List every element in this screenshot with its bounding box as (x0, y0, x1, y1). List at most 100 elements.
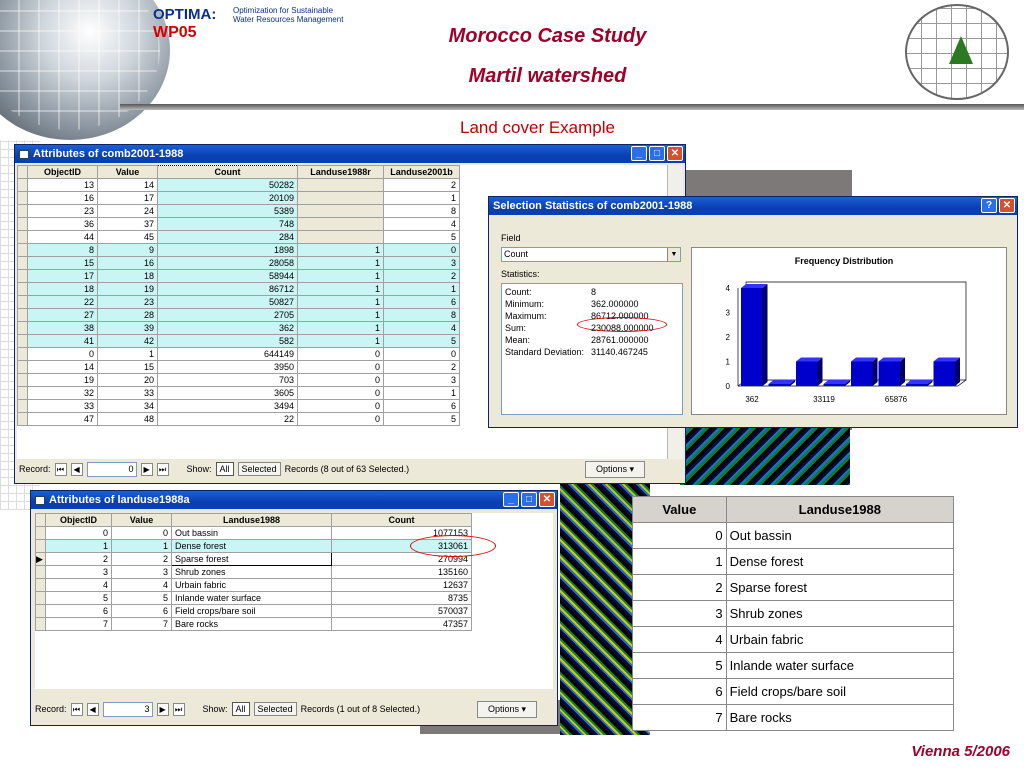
row-selector[interactable] (17, 243, 28, 257)
table-row[interactable]: 33 34 3494 0 6 (17, 399, 460, 413)
options-button[interactable]: Options ▾ (584, 460, 645, 478)
table-row[interactable]: 3 3 Shrub zones 135160 (35, 565, 472, 579)
table-row[interactable]: 44 45 284 5 (17, 230, 460, 244)
table-row[interactable]: 36 37 748 4 (17, 217, 460, 231)
row-selector[interactable] (17, 217, 28, 231)
row-selector[interactable] (17, 308, 28, 322)
table-row[interactable]: 0 0 Out bassin 1077153 (35, 526, 472, 540)
table-cell: 3950 (157, 360, 298, 374)
selection-statistics-dialog[interactable]: Selection Statistics of comb2001-1988 ? … (488, 196, 1018, 428)
close-button[interactable]: ✕ (999, 198, 1015, 213)
row-selector[interactable] (17, 399, 28, 413)
table-row[interactable]: ▶ 2 2 Sparse forest 270994 (35, 552, 472, 566)
row-selector-header[interactable] (35, 513, 46, 527)
next-record-button[interactable]: ▶ (156, 702, 169, 716)
row-selector[interactable] (35, 617, 46, 631)
record-input[interactable]: 0 (86, 461, 137, 477)
row-selector[interactable] (17, 412, 28, 426)
row-selector[interactable] (17, 230, 28, 244)
table-cell: 1 (111, 539, 172, 553)
row-selector[interactable] (17, 321, 28, 335)
table-row[interactable]: 32 33 3605 0 1 (17, 386, 460, 400)
options-button[interactable]: Options ▾ (476, 700, 537, 718)
table-row[interactable]: 23 24 5389 8 (17, 204, 460, 218)
show-all-button[interactable]: All (231, 702, 250, 716)
table-row[interactable]: 5 5 Inlande water surface 8735 (35, 591, 472, 605)
row-selector[interactable] (17, 334, 28, 348)
column-header[interactable]: Landuse1988r (297, 165, 384, 179)
row-selector[interactable] (17, 386, 28, 400)
row-selector[interactable] (35, 565, 46, 579)
column-header[interactable]: Landuse1988 (171, 513, 332, 527)
minimize-button[interactable]: _ (631, 146, 647, 161)
table-row[interactable]: 8 9 1898 1 0 (17, 243, 460, 257)
record-input[interactable]: 3 (102, 701, 153, 717)
field-select[interactable]: Count ▼ (501, 247, 681, 262)
show-all-button[interactable]: All (215, 462, 234, 476)
window-titlebar[interactable]: Attributes of landuse1988a _ □ ✕ (31, 491, 557, 509)
table-row[interactable]: 13 14 50282 2 (17, 178, 460, 192)
table-row[interactable]: 7 7 Bare rocks 47357 (35, 617, 472, 631)
table-row[interactable]: 15 16 28058 1 3 (17, 256, 460, 270)
row-selector[interactable] (35, 578, 46, 592)
minimize-button[interactable]: _ (503, 492, 519, 507)
row-selector[interactable] (17, 360, 28, 374)
table-row[interactable]: 4 4 Urbain fabric 12637 (35, 578, 472, 592)
dialog-titlebar[interactable]: Selection Statistics of comb2001-1988 ? … (489, 197, 1017, 215)
table-cell: Sparse forest (171, 552, 332, 566)
column-header[interactable]: Value (97, 165, 158, 179)
row-selector[interactable] (17, 269, 28, 283)
row-selector[interactable] (17, 256, 28, 270)
table-row[interactable]: 17 18 58944 1 2 (17, 269, 460, 283)
table-row[interactable]: 41 42 582 1 5 (17, 334, 460, 348)
help-button[interactable]: ? (981, 198, 997, 213)
row-selector[interactable] (17, 295, 28, 309)
window-titlebar[interactable]: Attributes of comb2001-1988 _ □ ✕ (15, 145, 685, 163)
column-header[interactable]: ObjectID (45, 513, 112, 527)
row-selector[interactable] (17, 178, 28, 192)
row-selector-header[interactable] (17, 165, 28, 179)
row-selector[interactable] (35, 604, 46, 618)
first-record-button[interactable]: ⏮ (70, 702, 83, 716)
maximize-button[interactable]: □ (521, 492, 537, 507)
prev-record-button[interactable]: ◀ (86, 702, 99, 716)
chevron-down-icon[interactable]: ▼ (667, 248, 680, 261)
table-row[interactable]: 14 15 3950 0 2 (17, 360, 460, 374)
show-selected-button[interactable]: Selected (253, 702, 297, 716)
row-selector[interactable] (17, 191, 28, 205)
last-record-button[interactable]: ⏭ (156, 462, 169, 476)
first-record-button[interactable]: ⏮ (54, 462, 67, 476)
row-selector[interactable] (35, 591, 46, 605)
row-selector[interactable] (35, 526, 46, 540)
table-row[interactable]: 27 28 2705 1 8 (17, 308, 460, 322)
table-row[interactable]: 18 19 86712 1 1 (17, 282, 460, 296)
row-selector[interactable]: ▶ (35, 552, 46, 566)
column-header[interactable]: ObjectID (27, 165, 98, 179)
row-selector[interactable] (17, 204, 28, 218)
table-row[interactable]: 16 17 20109 1 (17, 191, 460, 205)
row-selector[interactable] (17, 373, 28, 387)
column-header[interactable]: Landuse2001b (383, 165, 460, 179)
table-row[interactable]: 38 39 362 1 4 (17, 321, 460, 335)
table-row[interactable]: 6 6 Field crops/bare soil 570037 (35, 604, 472, 618)
row-selector[interactable] (17, 282, 28, 296)
column-header[interactable]: Count (331, 513, 472, 527)
table-row[interactable]: 19 20 703 0 3 (17, 373, 460, 387)
row-selector[interactable] (35, 539, 46, 553)
maximize-button[interactable]: □ (649, 146, 665, 161)
last-record-button[interactable]: ⏭ (172, 702, 185, 716)
stat-key: Count: (505, 287, 532, 297)
show-selected-button[interactable]: Selected (237, 462, 281, 476)
table-row[interactable]: 47 48 22 0 5 (17, 412, 460, 426)
close-button[interactable]: ✕ (539, 492, 555, 507)
table-row[interactable]: 1 1 Dense forest 313061 (35, 539, 472, 553)
attributes-window-landuse[interactable]: Attributes of landuse1988a _ □ ✕ ObjectI… (30, 490, 558, 726)
next-record-button[interactable]: ▶ (140, 462, 153, 476)
table-row[interactable]: 22 23 50827 1 6 (17, 295, 460, 309)
prev-record-button[interactable]: ◀ (70, 462, 83, 476)
row-selector[interactable] (17, 347, 28, 361)
close-button[interactable]: ✕ (667, 146, 683, 161)
column-header[interactable]: Value (111, 513, 172, 527)
column-header[interactable]: Count (157, 165, 298, 179)
table-row[interactable]: 0 1 644149 0 0 (17, 347, 460, 361)
